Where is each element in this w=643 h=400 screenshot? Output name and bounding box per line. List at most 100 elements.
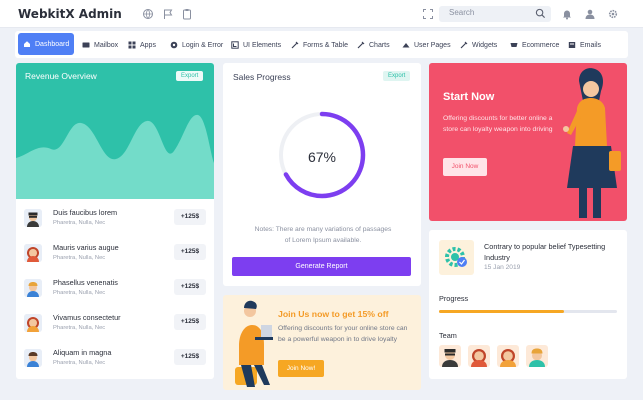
revenue-card: Revenue Overview Export Duis faucibus lo… [16,63,214,379]
item-sub: Pharetra, Nulla, Nec [53,255,106,261]
nav-label: Emails [580,41,602,49]
sales-percent: 67% [307,149,337,165]
nav-label: Widgets [472,41,498,49]
list-item[interactable]: Mauris varius augue Pharetra, Nulla, Nec… [24,240,206,274]
nav-item-ui-elements[interactable]: UI Elements [231,38,281,52]
login-icon [170,41,178,49]
forms-icon [291,41,299,49]
ui-elements-icon [231,41,239,49]
start-title: Start Now [443,91,495,103]
nav-item-widgets[interactable]: Widgets [460,38,497,52]
main-nav: Dashboard Mailbox Apps Login & Error UI … [15,31,628,58]
top-header: WebkitX Admin Search [0,0,643,28]
progress-fill [439,310,564,313]
avatar [24,314,42,332]
bell-icon[interactable] [561,8,573,20]
nav-item-ecommerce[interactable]: Ecommerce [510,38,559,52]
team-avatar[interactable] [439,345,461,367]
nav-item-forms-table[interactable]: Forms & Table [291,38,348,52]
avatar [24,244,42,262]
item-amount: +125$ [174,314,206,330]
progress-track [439,310,617,313]
nav-label: Login & Error [182,41,224,49]
avatar [24,279,42,297]
team-avatar[interactable] [468,345,490,367]
start-join-button[interactable]: Join Now [443,158,487,176]
nav-label: User Pages [414,41,451,49]
revenue-wave-chart [16,114,214,199]
revenue-chart-panel: Revenue Overview Export [16,63,214,199]
nav-label: Dashboard [35,40,70,48]
settings-icon[interactable] [607,8,619,20]
item-amount: +125$ [174,209,206,225]
nav-label: UI Elements [243,41,282,49]
item-name: Mauris varius augue [53,243,119,252]
nav-item-mailbox[interactable]: Mailbox [82,38,118,52]
info-title: Contrary to popular belief Typesetting I… [484,242,606,262]
mail-icon [82,42,90,48]
user-pages-icon [402,43,410,48]
nav-item-login-error[interactable]: Login & Error [170,38,223,52]
join-title: Join Us now to get 15% off [278,309,389,319]
item-sub: Pharetra, Nulla, Nec [53,290,106,296]
item-amount: +125$ [174,279,206,295]
item-name: Duis faucibus lorem [53,208,118,217]
globe-icon[interactable] [142,8,154,20]
info-date: 15 Jan 2019 [484,264,521,271]
nav-label: Ecommerce [522,41,560,49]
list-item[interactable]: Vivamus consectetur Pharetra, Nulla, Nec… [24,310,206,344]
brand-title: WebkitX Admin [18,7,122,21]
item-sub: Pharetra, Nulla, Nec [53,220,106,226]
woman-illustration [563,68,621,218]
nav-item-dashboard[interactable]: Dashboard [18,33,74,55]
widgets-icon [460,41,468,49]
avatar [24,209,42,227]
flag-icon[interactable] [162,8,174,20]
generate-report-button[interactable]: Generate Report [232,257,411,276]
join-text: Offering discounts for your online store… [278,325,408,343]
item-amount: +125$ [174,349,206,365]
sales-progress-card: Sales Progress Export 67% Notes: There a… [223,63,421,286]
team-avatar[interactable] [526,345,548,367]
sales-progress-ring [278,111,366,199]
person-laptop-illustration [235,300,273,387]
progress-label: Progress [439,294,469,303]
item-amount: +125$ [174,244,206,260]
nav-item-emails[interactable]: Emails [568,38,601,52]
item-name: Aliquam in magna [53,348,112,357]
home-icon [24,41,30,47]
list-item[interactable]: Phasellus venenatis Pharetra, Nulla, Nec… [24,275,206,309]
user-icon[interactable] [584,8,596,20]
fullscreen-icon[interactable] [422,8,434,20]
sales-notes: Notes: There are many variations of pass… [254,226,392,244]
item-sub: Pharetra, Nulla, Nec [53,360,106,366]
item-sub: Pharetra, Nulla, Nec [53,325,106,331]
apps-icon [128,41,136,49]
start-text: Offering discounts for better online a s… [443,115,553,133]
item-name: Phasellus venenatis [53,278,118,287]
list-item[interactable]: Duis faucibus lorem Pharetra, Nulla, Nec… [24,205,206,239]
clipboard-icon[interactable] [181,8,193,20]
search-input[interactable]: Search [449,8,474,17]
list-item[interactable]: Aliquam in magna Pharetra, Nulla, Nec +1… [24,345,206,379]
search-box[interactable]: Search [439,6,551,22]
email-icon [568,42,576,48]
team-label: Team [439,331,457,340]
nav-label: Apps [140,41,156,49]
join-promo-card: Join Us now to get 15% off Offering disc… [223,295,421,390]
gear-check-icon [445,247,467,267]
nav-label: Charts [369,41,390,49]
nav-item-charts[interactable]: Charts [357,38,390,52]
nav-item-user-pages[interactable]: User Pages [402,38,451,52]
nav-label: Mailbox [94,41,119,49]
team-avatar[interactable] [497,345,519,367]
item-name: Vivamus consectetur [53,313,121,322]
join-now-button[interactable]: Join Now! [278,360,324,377]
info-thumb [439,240,474,275]
charts-icon [357,41,365,49]
nav-label: Forms & Table [303,41,348,49]
nav-item-apps[interactable]: Apps [128,38,156,52]
search-icon[interactable] [535,8,546,19]
start-now-card: Start Now Offering discounts for better … [429,63,627,221]
ecommerce-icon [510,43,518,47]
